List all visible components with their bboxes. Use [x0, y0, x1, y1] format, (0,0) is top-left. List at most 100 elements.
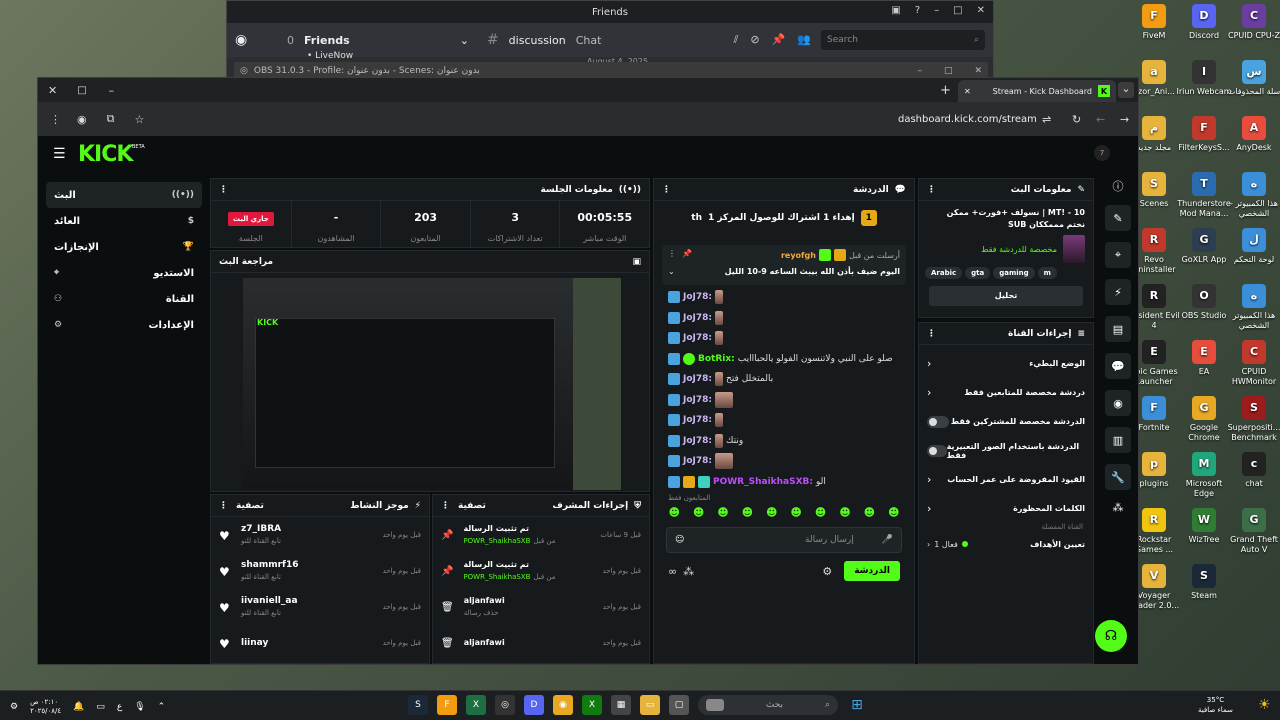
session-menu-icon[interactable]: ⋮: [219, 185, 228, 195]
bookmark-star-icon[interactable]: ☆: [134, 113, 144, 126]
mod-menu-icon[interactable]: ⋮: [441, 501, 450, 511]
mod-filter[interactable]: تصفية: [458, 501, 486, 511]
stream-info-menu-icon[interactable]: ⋮: [927, 185, 936, 195]
activity-item[interactable]: ♥ liinay قبل يوم واحد: [211, 625, 429, 661]
stream-tag[interactable]: Arabic: [925, 267, 963, 279]
sidebar-item[interactable]: ⚇ القناة: [46, 286, 202, 312]
sub-goal-banner[interactable]: th إهداء 1 اشتراك للوصول المركز 1 1: [654, 201, 914, 235]
desktop-icon[interactable]: ه هذا الكمبيوتر - الشخصي: [1226, 172, 1280, 219]
microphone-icon[interactable]: 🎙: [134, 702, 145, 712]
sidebar-item[interactable]: الإنجازات 🏆: [46, 234, 202, 260]
back-icon[interactable]: ←: [1096, 113, 1105, 126]
reload-icon[interactable]: ↻: [1072, 113, 1081, 126]
language-indicator[interactable]: ع: [117, 702, 122, 712]
chat-message[interactable]: JoJ78:: [654, 328, 914, 349]
channel-action-item[interactable]: › دردشة مخصصة للمتابعين فقط: [919, 378, 1093, 407]
browser-window[interactable]: ✕ □ – + ✕ Stream - Kick Dashboard K ⌄ ⋮ …: [37, 77, 1139, 665]
chat-message[interactable]: JoJ78: بالمتخلل فتح: [654, 369, 914, 390]
desktop-icon[interactable]: S Superpositi... Benchmark: [1226, 396, 1280, 443]
chat-message[interactable]: BotRix: صلو على النبي ولاتنسون الفولو يال…: [654, 349, 914, 370]
desktop-icon[interactable]: F FilterKeysS...: [1176, 116, 1232, 153]
emote-icon[interactable]: ☻: [839, 506, 850, 519]
notification-icon[interactable]: 🔔: [73, 702, 84, 712]
toggle-switch[interactable]: [927, 444, 947, 457]
chat-menu-icon[interactable]: ⋮: [662, 185, 671, 195]
channel-tab-chat[interactable]: Chat: [576, 34, 602, 47]
target-icon[interactable]: ⌖: [1105, 242, 1131, 268]
emote-icon[interactable]: ☻: [668, 506, 679, 519]
desktop-icon[interactable]: M Microsoft Edge: [1176, 452, 1232, 499]
chat-username[interactable]: JoJ78:: [683, 313, 712, 323]
desktop-icon[interactable]: W WizTree: [1176, 508, 1232, 545]
windows-start-icon[interactable]: ⊞: [847, 695, 867, 715]
desktop-icon[interactable]: S Steam: [1176, 564, 1232, 601]
minimize-window-icon[interactable]: –: [109, 84, 115, 97]
chat-message[interactable]: POWR_ShaikhaSXB: الو: [654, 472, 914, 493]
extensions-icon[interactable]: ⧉: [107, 112, 115, 126]
channel-actions-menu-icon[interactable]: ⋮: [927, 329, 936, 339]
taskbar-search[interactable]: بحث ⌕: [698, 695, 838, 715]
emote-icon[interactable]: ☻: [693, 506, 704, 519]
discord-logo-icon[interactable]: ◉: [235, 32, 257, 48]
sidebar-item[interactable]: ⌖ الاستديو: [46, 260, 202, 286]
live-now-item[interactable]: • LiveNow: [307, 51, 353, 61]
send-chat-button[interactable]: الدردشة: [844, 561, 900, 581]
pin-icon[interactable]: 📌: [682, 249, 692, 261]
kick-logo[interactable]: KICK: [78, 142, 133, 167]
steam-icon[interactable]: S: [408, 695, 428, 715]
sidebar-item[interactable]: العائد $: [46, 208, 202, 234]
edit-icon[interactable]: ✎: [1105, 205, 1131, 231]
wrench-icon[interactable]: 🔧: [1105, 464, 1131, 490]
desktop-icon[interactable]: c chat: [1226, 452, 1280, 489]
hamburger-icon[interactable]: ☰: [53, 146, 66, 162]
desktop-icon[interactable]: I Iriun Webcam: [1176, 60, 1232, 97]
chat-username[interactable]: JoJ78:: [683, 374, 712, 384]
toggle-switch[interactable]: [927, 415, 949, 428]
chat-username[interactable]: JoJ78:: [683, 395, 712, 405]
sun-icon[interactable]: ☀: [1258, 697, 1271, 713]
tab-kick-dashboard[interactable]: ✕ Stream - Kick Dashboard K: [958, 80, 1116, 102]
support-button[interactable]: ☊: [1095, 620, 1127, 652]
chat-username[interactable]: POWR_ShaikhaSXB:: [713, 477, 813, 487]
channel-action-item[interactable]: › الكلمات المحظورة: [919, 494, 1093, 523]
apps-icon[interactable]: ⁂: [1113, 501, 1124, 514]
mute-icon[interactable]: ⊘: [750, 33, 759, 47]
channel-action-item[interactable]: الدردشة مخصصة للمشتركين فقط: [919, 407, 1093, 436]
maximize-window-icon[interactable]: □: [77, 85, 86, 96]
chevron-up-icon[interactable]: ⌃: [158, 702, 166, 712]
desktop-icon[interactable]: D Discord: [1176, 4, 1232, 41]
mod-action-item[interactable]: 📌 تم تثبيت الرسالة POWR_ShaikhaSXB من قبل قب…: [433, 517, 649, 553]
channel-action-item[interactable]: › القيود المفروضة على عمر الحساب: [919, 465, 1093, 494]
maximize-icon[interactable]: □: [953, 5, 962, 16]
network-icon[interactable]: ▭: [96, 702, 105, 712]
set-goals-row[interactable]: › فعال 1 تعيين الأهداف: [919, 531, 1093, 557]
desktop-icon[interactable]: C CPUID HWMonitor: [1226, 340, 1280, 387]
excel-icon[interactable]: X: [466, 695, 486, 715]
site-settings-icon[interactable]: ⇌: [1042, 113, 1051, 126]
minimize-icon[interactable]: –: [917, 66, 922, 76]
emote-icon[interactable]: ☻: [717, 506, 728, 519]
emote-icon[interactable]: ☻: [888, 506, 899, 519]
chat-message[interactable]: JoJ78:: [654, 451, 914, 472]
activity-filter[interactable]: تصفية: [236, 501, 264, 511]
desktop-icon[interactable]: F FiveM: [1126, 4, 1182, 41]
activity-item[interactable]: ♥ shammrf16 تابع القناة للتو قبل يوم واحد: [211, 553, 429, 589]
chat-username[interactable]: BotRix:: [698, 354, 735, 364]
channel-action-item[interactable]: الدردشة باستخدام الصور التعبيرية فقط: [919, 436, 1093, 465]
obs-icon[interactable]: ◎: [495, 695, 515, 715]
chrome-icon[interactable]: ◉: [553, 695, 573, 715]
desktop-icon[interactable]: E EA: [1176, 340, 1232, 377]
info-icon[interactable]: ⓘ: [1113, 178, 1124, 194]
forward-icon[interactable]: →: [1120, 113, 1129, 126]
discord-icon[interactable]: D: [524, 695, 544, 715]
task-view-icon[interactable]: ▢: [669, 695, 689, 715]
lightning-icon[interactable]: ⚡: [1105, 279, 1131, 305]
mod-action-item[interactable]: 🗑 aljanfawi حذف رسالة قبل يوم واحد: [433, 589, 649, 625]
desktop-icon[interactable]: ل لوحة التحكم: [1226, 228, 1280, 265]
close-tab-icon[interactable]: ✕: [964, 87, 971, 96]
sidebar-item[interactable]: ⚙ الإعدادات: [46, 312, 202, 338]
chat-message[interactable]: JoJ78:: [654, 287, 914, 308]
members-icon[interactable]: 👥: [797, 33, 811, 47]
stream-tag[interactable]: gaming: [993, 267, 1035, 279]
desktop-icon[interactable]: G GoXLR App: [1176, 228, 1232, 265]
